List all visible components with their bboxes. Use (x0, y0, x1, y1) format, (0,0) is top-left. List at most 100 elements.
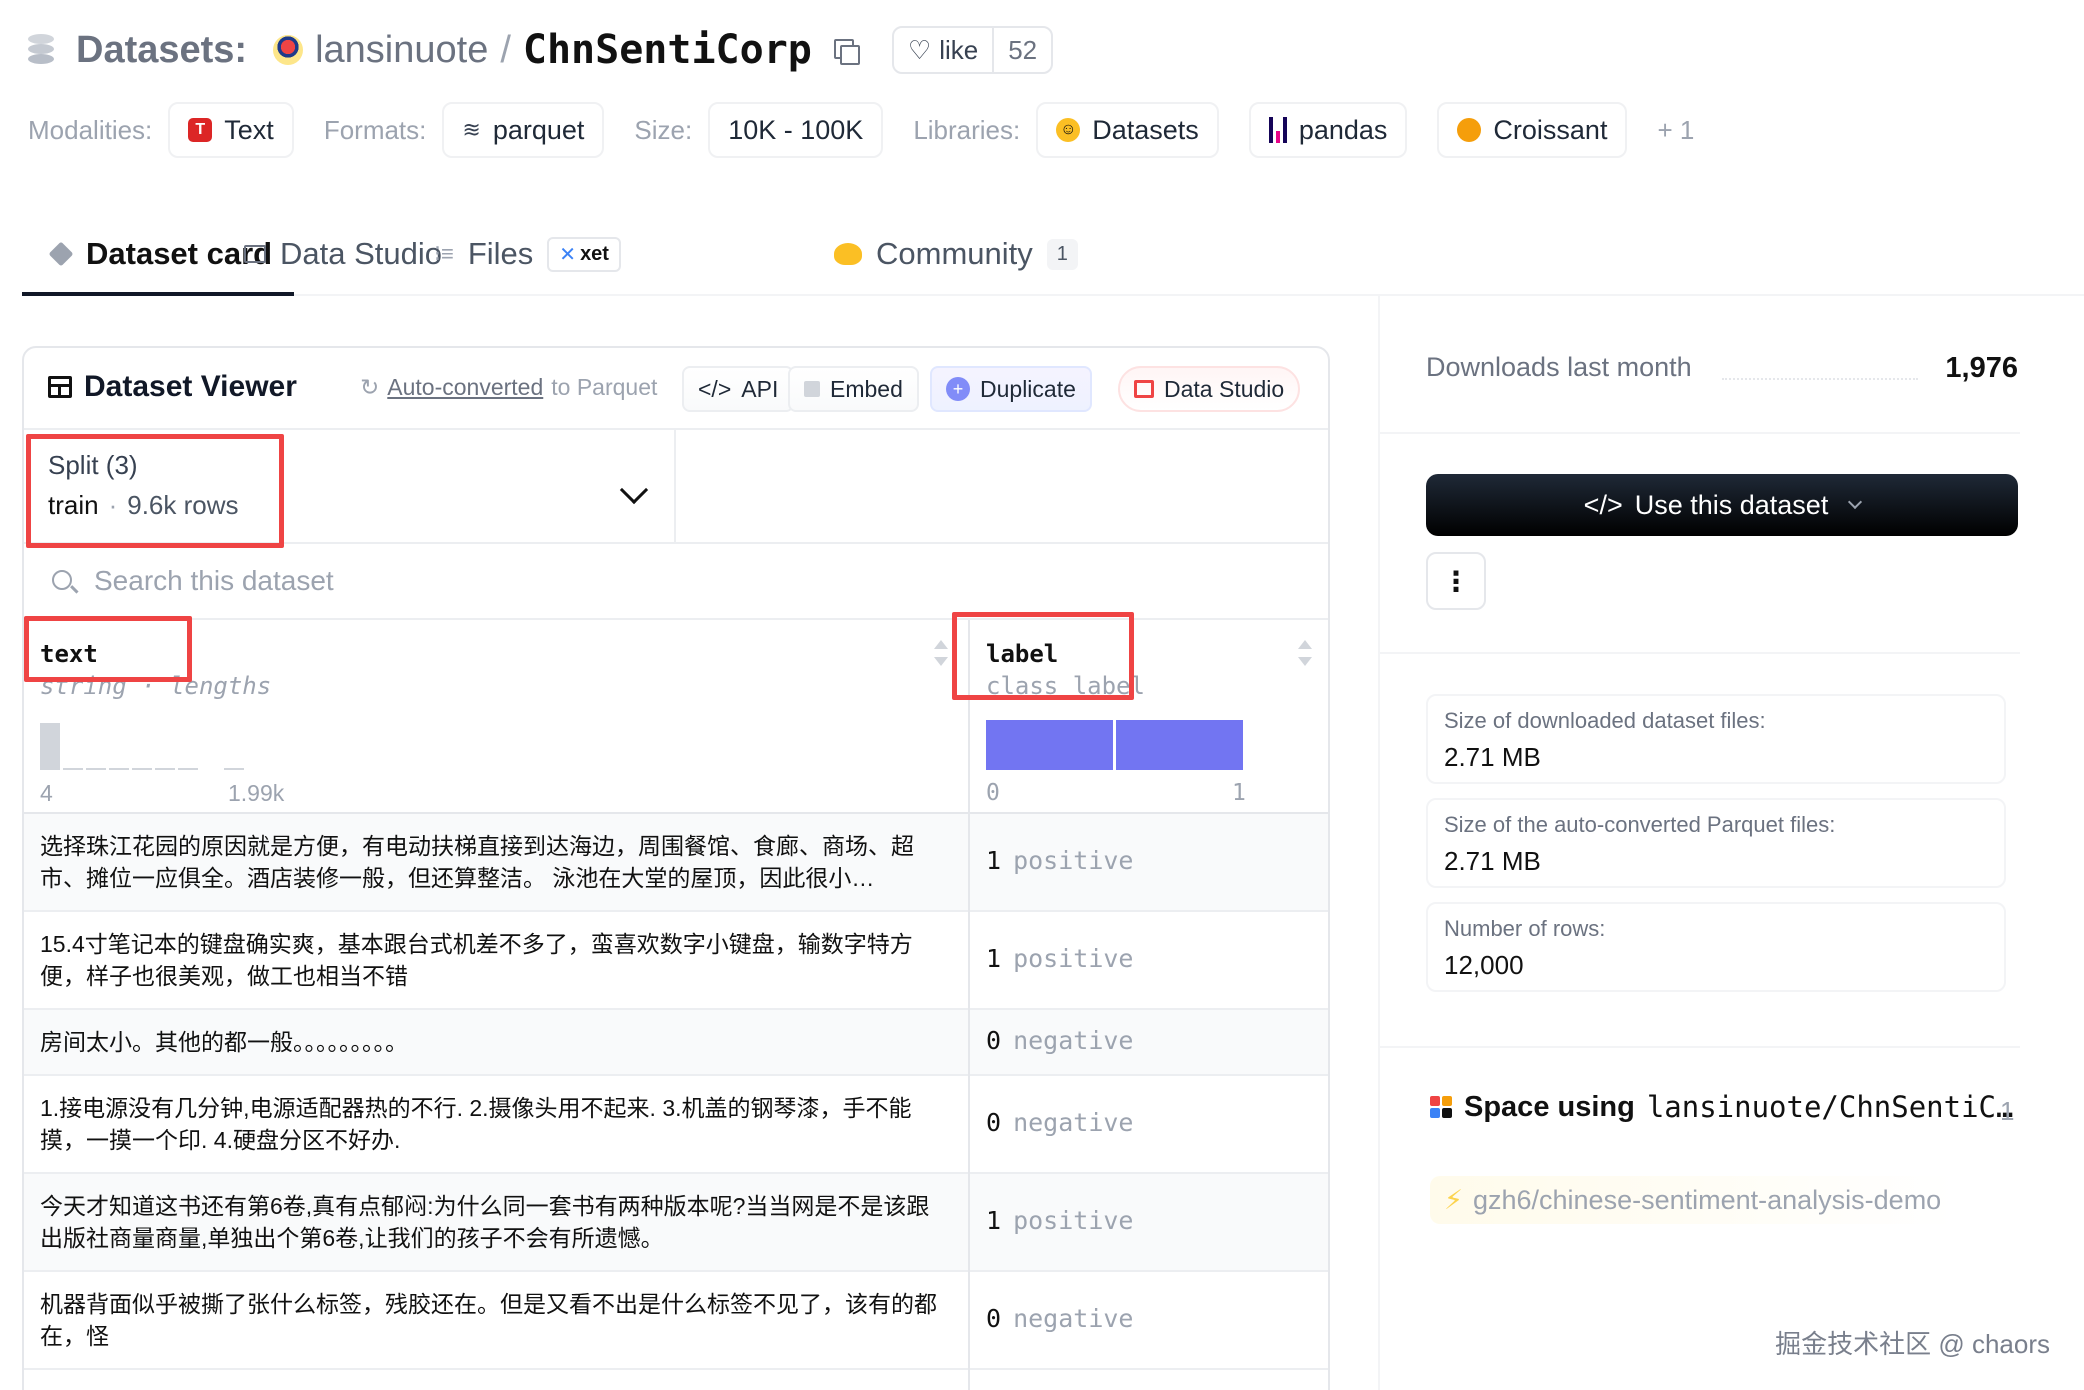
api-button[interactable]: </> API (682, 366, 795, 412)
embed-button[interactable]: Embed (788, 366, 919, 412)
histogram-bar[interactable] (109, 768, 129, 770)
downloads-stat: Downloads last month 1,976 (1426, 352, 2018, 392)
table-row[interactable]: 房间太小。其他的都一般。。。。。。。。。 0 negative (24, 1010, 1328, 1076)
label-name: positive (1013, 1206, 1134, 1235)
library-text: pandas (1298, 114, 1388, 145)
sort-icon[interactable] (934, 640, 948, 666)
downloads-value: 1,976 (1945, 352, 2018, 384)
table-row[interactable]: 1.接电源没有几分钟,电源适配器热的不行. 2.摄像头用不起来. 3.机盖的钢琴… (24, 1076, 1328, 1174)
histogram-bar[interactable] (132, 768, 152, 770)
cell-text[interactable]: 房间太小。其他的都一般。。。。。。。。。 (40, 1026, 950, 1058)
use-this-dataset-button[interactable]: </> Use this dataset (1426, 474, 2018, 536)
tab-files[interactable]: ⁝≡ Files ✕ xet (434, 212, 621, 296)
label-name: negative (1013, 1108, 1134, 1137)
label-name: negative (1013, 1304, 1134, 1333)
cell-text[interactable]: 1.接电源没有几分钟,电源适配器热的不行. 2.摄像头用不起来. 3.机盖的钢琴… (40, 1092, 950, 1156)
dataset-name[interactable]: ChnSentiCorp (523, 27, 812, 73)
cell-label[interactable]: 0 negative (986, 1108, 1133, 1137)
size-chip[interactable]: 10K - 100K (708, 102, 884, 158)
page-title-row: Datasets: lansinuote / ChnSentiCorp ♡ lik… (28, 18, 1054, 82)
duplicate-button[interactable]: + Duplicate (930, 366, 1092, 412)
highlight-box-split (26, 434, 284, 548)
spaces-icon (1430, 1096, 1452, 1118)
cell-label[interactable]: 1 positive (986, 846, 1133, 875)
search-input[interactable] (94, 560, 694, 602)
format-chip[interactable]: ≋ parquet (442, 102, 605, 158)
histogram-bar[interactable] (63, 767, 83, 770)
sort-icon[interactable] (1298, 640, 1312, 666)
label-id: 0 (986, 1026, 1002, 1055)
library-chip-datasets[interactable]: ☺ Datasets (1036, 102, 1219, 158)
auto-converted-link[interactable]: Auto-converted (387, 374, 543, 401)
community-count: 1 (1046, 238, 1078, 270)
library-chip-croissant[interactable]: Croissant (1437, 102, 1628, 158)
class-bar[interactable] (986, 720, 1113, 770)
copy-icon[interactable] (832, 37, 860, 65)
space-link[interactable]: ⚡ gzh6/chinese-sentiment-analysis-demo (1430, 1176, 1956, 1224)
xet-label: xet (580, 242, 609, 265)
label-name: negative (1013, 1026, 1134, 1055)
like-count[interactable]: 52 (992, 28, 1051, 72)
to-parquet-text: to Parquet (551, 374, 658, 400)
viewer-header: Dataset Viewer ↻ Auto-converted to Parqu… (24, 348, 1328, 430)
cell-text[interactable]: 今天才知道这书还有第6卷,真有点郁闷:为什么同一套书有两种版本呢?当当网是不是该… (40, 1190, 950, 1254)
size-label: Size: (634, 114, 693, 145)
sidebar-separator (1380, 1046, 2020, 1048)
stat-value: 12,000 (1444, 950, 1524, 980)
library-chip-pandas[interactable]: pandas (1248, 102, 1408, 158)
like-button[interactable]: ♡ like 52 (891, 26, 1054, 74)
cell-label[interactable]: 1 positive (986, 944, 1133, 973)
stat-value: 2.71 MB (1444, 846, 1541, 876)
cell-label[interactable]: 0 negative (986, 1026, 1133, 1055)
section-label[interactable]: Datasets: (76, 29, 247, 72)
more-libraries-link[interactable]: + 1 (1657, 115, 1694, 146)
spaces-count: 1 (2000, 1096, 2015, 1126)
owner-link[interactable]: lansinuote (315, 29, 488, 72)
table-icon (48, 376, 72, 398)
histogram-bar[interactable] (178, 768, 198, 770)
cell-text[interactable]: 机器背面似乎被撕了张什么标签，残胶还在。但是又看不出是什么标签不见了，该有的都在… (40, 1288, 950, 1352)
library-text: Datasets (1092, 114, 1199, 145)
xet-badge[interactable]: ✕ xet (547, 236, 621, 272)
button-label: API (741, 375, 779, 402)
pandas-icon (1268, 117, 1287, 143)
cell-label[interactable]: 1 positive (986, 1206, 1133, 1235)
lightning-icon: ⚡ (1444, 1184, 1463, 1215)
cell-text[interactable]: 15.4寸笔记本的键盘确实爽，基本跟台式机差不多了，蛮喜欢数字小键盘，输数字特方… (40, 928, 950, 992)
size-text: 10K - 100K (728, 114, 864, 145)
data-studio-button[interactable]: Data Studio (1118, 366, 1301, 412)
histogram-bar[interactable] (155, 768, 175, 770)
modality-text: Text (224, 114, 274, 145)
modality-chip[interactable]: T Text (168, 102, 294, 158)
stat-key: Number of rows: (1444, 916, 1606, 941)
class-bar[interactable] (1116, 720, 1243, 770)
histogram-bar[interactable] (224, 768, 244, 770)
table-row[interactable]: 15.4寸笔记本的键盘确实爽，基本跟台式机差不多了，蛮喜欢数字小键盘，输数字特方… (24, 912, 1328, 1010)
spaces-repo-name: lansinuote/ChnSentiC… (1646, 1090, 2014, 1124)
database-icon (28, 34, 54, 66)
histogram-max: 1.99k (228, 780, 285, 806)
table-row[interactable]: 今天才知道这书还有第6卷,真有点郁闷:为什么同一套书有两种版本呢?当当网是不是该… (24, 1174, 1328, 1272)
table-row[interactable]: 选择珠江花园的原因就是方便，有电动扶梯直接到达海边，周围餐馆、食廊、商场、超市、… (24, 814, 1328, 912)
cell-label[interactable]: 0 negative (986, 1304, 1133, 1333)
tab-data-studio[interactable]: Data Studio (244, 212, 442, 296)
more-options-button[interactable]: ⋮ (1426, 552, 1486, 610)
highlight-box-text-column (24, 616, 192, 682)
label-id: 0 (986, 1304, 1002, 1333)
heart-icon: ♡ (907, 34, 932, 65)
histogram-bar[interactable] (86, 768, 106, 770)
label-id: 1 (986, 944, 1002, 973)
chevron-down-icon[interactable] (619, 475, 649, 505)
active-tab-indicator (22, 292, 294, 296)
libraries-label: Libraries: (913, 114, 1021, 145)
histogram-min: 4 (40, 780, 53, 806)
button-label: Data Studio (1164, 375, 1285, 402)
table-row[interactable]: 机器背面似乎被撕了张什么标签，残胶还在。但是又看不出是什么标签不见了，该有的都在… (24, 1272, 1328, 1370)
sidebar-separator (1380, 432, 2020, 434)
owner-avatar[interactable] (273, 35, 304, 65)
histogram-bar[interactable] (40, 722, 60, 770)
cell-text[interactable]: 选择珠江花园的原因就是方便，有电动扶梯直接到达海边，周围餐馆、食廊、商场、超市、… (40, 830, 950, 894)
tab-community[interactable]: Community 1 (834, 212, 1078, 296)
like-label: like (939, 34, 979, 65)
tab-dataset-card[interactable]: Dataset card (48, 212, 272, 296)
